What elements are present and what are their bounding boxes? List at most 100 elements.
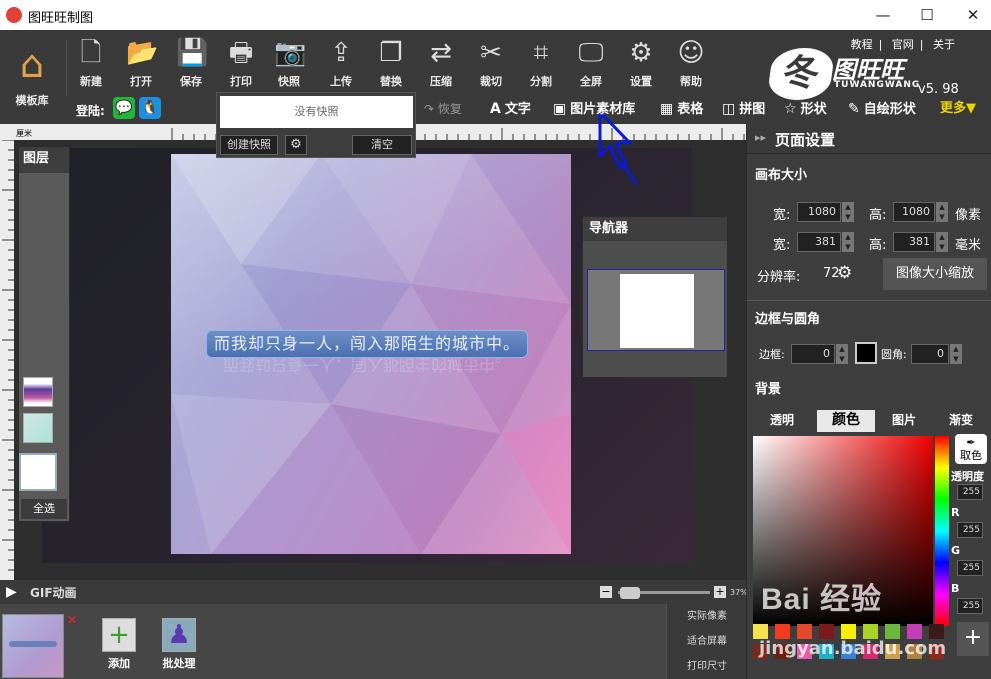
close-button[interactable]: ✕: [958, 4, 988, 26]
height-mm-spinner[interactable]: ▲ ▼: [936, 232, 948, 252]
create-snapshot-button[interactable]: 创建快照: [220, 135, 278, 155]
resolution-label: 分辨率:: [757, 270, 801, 285]
tab-image[interactable]: 图片: [875, 410, 933, 432]
wechat-login-icon[interactable]: 💬: [113, 97, 135, 119]
crop-icon: ⌗: [533, 38, 549, 68]
save-button[interactable]: 💾 保存: [168, 38, 214, 98]
navigator-page-preview: [620, 274, 694, 348]
printer-button[interactable]: 🖶 打印: [218, 38, 264, 98]
resolution-gear-icon[interactable]: ⚙: [837, 263, 852, 283]
red-field[interactable]: 255: [957, 522, 983, 538]
more-menu-button[interactable]: 更多▼: [940, 98, 976, 120]
tab-color[interactable]: 颜色: [817, 410, 875, 432]
gear-button[interactable]: ⚙ 设置: [618, 38, 664, 98]
opacity-field[interactable]: 255: [957, 484, 983, 500]
table-icon: ▦: [660, 101, 674, 117]
menu-image-library[interactable]: ▣ 图片素材库: [553, 98, 635, 120]
snapshot-settings-icon[interactable]: ⚙: [285, 135, 307, 155]
menu-text[interactable]: A 文字: [490, 98, 531, 120]
tab-gradient[interactable]: 渐变: [933, 410, 989, 432]
menu-star-shape[interactable]: ☆ 形状: [784, 98, 827, 120]
folder-open-label: 打开: [130, 75, 152, 88]
layer-thumbnail-background[interactable]: [19, 453, 57, 491]
qq-login-icon[interactable]: 🐧: [139, 97, 161, 119]
canvas-workspace[interactable]: 而我却只身一人，闯入那陌生的城市中。 而我却只身一人，闯入那陌生的城市中。 图层…: [14, 140, 746, 580]
menu-table[interactable]: ▦ 表格: [660, 98, 703, 120]
image-scale-button[interactable]: 图像大小缩放: [883, 258, 987, 290]
crop-button[interactable]: ⌗ 分割: [518, 38, 564, 98]
eyedropper-button[interactable]: ✒ 取色: [955, 434, 987, 464]
menu-pen[interactable]: ✎ 自绘形状: [848, 98, 916, 120]
clear-snapshots-button[interactable]: 清空: [352, 135, 412, 155]
zoom-out-button[interactable]: −: [600, 586, 612, 598]
logo-mark: 冬: [766, 48, 836, 100]
add-frame-button[interactable]: + 添加: [100, 618, 138, 678]
collage-icon: ◫: [722, 101, 736, 117]
text-icon: A: [490, 101, 501, 117]
layer-thumbnail-image[interactable]: [23, 413, 53, 443]
opacity-label: 透明度: [951, 470, 984, 483]
select-all-button[interactable]: 全选: [21, 499, 67, 519]
layer-thumbnail-text[interactable]: [23, 377, 53, 407]
fit-screen-option[interactable]: 适合屏幕: [667, 629, 746, 654]
height-px-spinner[interactable]: ▲ ▼: [936, 202, 948, 222]
menu-label: 表格: [677, 102, 704, 117]
help-button[interactable]: ☺ 帮助: [668, 38, 714, 98]
height-mm-field[interactable]: 381: [893, 232, 935, 252]
upload-label: 上传: [330, 75, 352, 88]
border-field[interactable]: 0: [791, 344, 835, 364]
expand-arrows-icon[interactable]: ▸▸: [755, 131, 766, 144]
menu-label: 文字: [504, 102, 531, 117]
monitor-button[interactable]: 🖵 全屏: [568, 38, 614, 98]
animation-frame[interactable]: ✕: [2, 613, 77, 678]
help-icon: ☺: [677, 38, 705, 68]
save-icon: 💾: [176, 38, 209, 68]
vertical-ruler: [0, 139, 14, 580]
template-library-button[interactable]: ⌂ 模板库: [6, 44, 58, 107]
width-px-spinner[interactable]: ▲ ▼: [842, 202, 854, 222]
delete-frame-icon[interactable]: ✕: [67, 613, 77, 627]
width-mm-field[interactable]: 381: [797, 232, 841, 252]
play-icon[interactable]: ▶: [6, 584, 17, 600]
upload-button[interactable]: ⇪ 上传: [318, 38, 364, 98]
gear-icon: ⚙: [629, 38, 653, 68]
width-px-field[interactable]: 1080: [797, 202, 841, 222]
panel-title: 页面设置: [775, 131, 836, 149]
crop-label: 分割: [530, 75, 552, 88]
scissors-button[interactable]: ✂ 裁切: [468, 38, 514, 98]
app-icon: [6, 7, 22, 23]
watermark-brand: Bai 经验: [761, 583, 883, 616]
print-size-option[interactable]: 打印尺寸: [667, 654, 746, 679]
version-label: v5. 98: [918, 82, 959, 97]
height-px-label: 高:: [869, 208, 887, 223]
image-library-icon: ▣: [553, 101, 567, 117]
radius-spinner[interactable]: ▲ ▼: [950, 344, 962, 364]
radius-field[interactable]: 0: [911, 344, 949, 364]
baidu-watermark: Bai 经验 jingyan.baidu.com: [755, 566, 991, 679]
border-spinner[interactable]: ▲ ▼: [836, 344, 848, 364]
navigator-viewport[interactable]: [587, 269, 725, 351]
tab-transparent[interactable]: 透明: [753, 410, 811, 432]
height-px-field[interactable]: 1080: [893, 202, 935, 222]
pen-icon: ✎: [848, 101, 860, 117]
camera-button[interactable]: 📷 快照: [266, 38, 312, 98]
new-file-button[interactable]: 🗋 新建: [68, 38, 114, 98]
folder-open-icon: 📂: [126, 38, 159, 68]
actual-pixels-option[interactable]: 实际像素: [667, 604, 746, 629]
maximize-button[interactable]: ☐: [912, 4, 942, 26]
zoom-in-button[interactable]: +: [714, 586, 726, 598]
minimize-button[interactable]: —: [868, 4, 898, 26]
folder-open-button[interactable]: 📂 打开: [118, 38, 164, 98]
artboard-text-banner[interactable]: 而我却只身一人，闯入那陌生的城市中。: [206, 330, 528, 358]
restore-button[interactable]: ↷ 恢复: [424, 98, 462, 120]
eyedropper-icon: ✒: [966, 436, 976, 449]
new-file-label: 新建: [80, 75, 102, 88]
zoom-slider-handle[interactable]: [620, 587, 640, 599]
artboard[interactable]: 而我却只身一人，闯入那陌生的城市中。 而我却只身一人，闯入那陌生的城市中。: [171, 154, 571, 554]
batch-process-button[interactable]: ♟ 批处理: [160, 618, 198, 678]
border-color-swatch[interactable]: [855, 342, 877, 364]
menu-collage[interactable]: ◫ 拼图: [722, 98, 765, 120]
replace-button[interactable]: ❐ 替换: [368, 38, 414, 98]
compress-button[interactable]: ⇄ 压缩: [418, 38, 464, 98]
width-mm-spinner[interactable]: ▲ ▼: [842, 232, 854, 252]
